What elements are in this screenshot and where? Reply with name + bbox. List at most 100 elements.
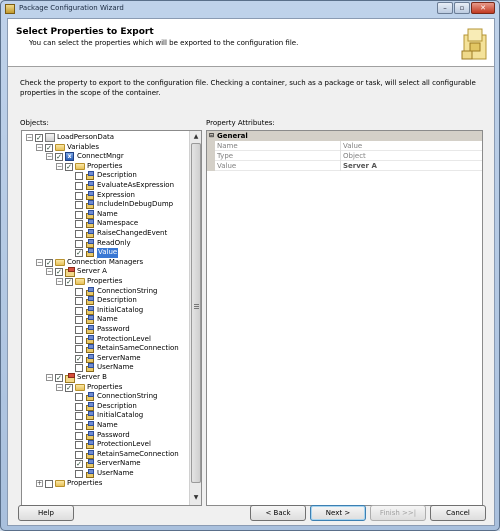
tree-node-checkbox[interactable] bbox=[75, 431, 83, 440]
next-button[interactable]: Next > bbox=[310, 505, 366, 521]
tree-node[interactable]: ProtectionLevel bbox=[22, 334, 188, 345]
attribute-row[interactable]: Value Server A bbox=[207, 161, 482, 171]
tree-node[interactable]: ✓ Value bbox=[22, 248, 188, 258]
tree-node[interactable]: − ✓ Connection Managers bbox=[22, 258, 188, 268]
tree-node-checkbox[interactable] bbox=[75, 297, 83, 306]
tree-node[interactable]: Password bbox=[22, 430, 188, 441]
close-button[interactable]: ✕ bbox=[471, 2, 495, 14]
scroll-down-arrow-icon[interactable]: ▼ bbox=[191, 493, 201, 503]
tree-node[interactable]: InitialCatalog bbox=[22, 411, 188, 421]
tree-scrollbar[interactable]: ▲ ▼ bbox=[189, 131, 201, 505]
tree-node-checkbox[interactable]: ✓ bbox=[65, 278, 73, 286]
tree-node[interactable]: Description bbox=[22, 296, 188, 306]
tree-node-checkbox[interactable] bbox=[75, 450, 83, 459]
tree-node[interactable]: UserName bbox=[22, 363, 188, 373]
tree-node[interactable]: − ✓ LoadPersonData bbox=[22, 133, 188, 143]
tree-node[interactable]: ProtectionLevel bbox=[22, 440, 188, 450]
tree-node-checkbox[interactable] bbox=[75, 210, 83, 219]
collapse-icon[interactable]: ⊟ bbox=[209, 131, 214, 141]
tree-node[interactable]: − ✓ Variables bbox=[22, 143, 188, 153]
tree-node[interactable]: ConnectionString bbox=[22, 286, 188, 297]
tree-node[interactable]: UserName bbox=[22, 469, 188, 479]
tree-node-checkbox[interactable] bbox=[75, 182, 83, 190]
tree-node[interactable]: ✓ ServerName bbox=[22, 459, 188, 469]
tree-node-checkbox[interactable] bbox=[75, 393, 83, 402]
tree-node-checkbox[interactable]: ✓ bbox=[65, 383, 73, 392]
tree-node-checkbox[interactable] bbox=[75, 239, 83, 248]
tree-node-checkbox[interactable] bbox=[75, 316, 83, 325]
tree-node[interactable]: Name bbox=[22, 421, 188, 431]
tree-node-checkbox[interactable] bbox=[75, 326, 83, 334]
minimize-button[interactable]: – bbox=[437, 2, 453, 14]
tree-node[interactable]: RaiseChangedEvent bbox=[22, 229, 188, 239]
tree-node-checkbox[interactable] bbox=[75, 287, 83, 296]
collapse-icon[interactable]: − bbox=[46, 153, 53, 161]
tree-node[interactable]: Expression bbox=[22, 190, 188, 201]
collapse-icon[interactable]: − bbox=[26, 134, 33, 141]
tree-node[interactable]: ConnectionString bbox=[22, 392, 188, 402]
tree-node-checkbox[interactable] bbox=[75, 201, 83, 210]
tree-node[interactable]: Description bbox=[22, 171, 188, 181]
objects-tree[interactable]: − ✓ LoadPersonData − ✓ Variables − ✓ x ConnectMng… bbox=[21, 130, 202, 506]
tree-node-checkbox[interactable] bbox=[75, 172, 83, 181]
scroll-thumb[interactable] bbox=[191, 143, 201, 483]
tree-node[interactable]: − ✓ Server B bbox=[22, 373, 188, 383]
tree-node-checkbox[interactable] bbox=[75, 364, 83, 373]
category-row[interactable]: ⊟ General bbox=[207, 131, 482, 141]
tree-node-checkbox[interactable]: ✓ bbox=[45, 143, 53, 152]
attribute-row[interactable]: Type Object bbox=[207, 151, 482, 161]
tree-node-checkbox[interactable] bbox=[75, 191, 83, 200]
tree-node[interactable]: Description bbox=[22, 401, 188, 412]
tree-node-checkbox[interactable]: ✓ bbox=[35, 134, 43, 142]
collapse-icon[interactable]: − bbox=[46, 374, 53, 381]
collapse-icon[interactable]: − bbox=[36, 143, 43, 151]
tree-node[interactable]: − ✓ x ConnectMngr bbox=[22, 152, 188, 162]
cancel-button[interactable]: Cancel bbox=[430, 505, 486, 521]
tree-node-checkbox[interactable]: ✓ bbox=[45, 258, 53, 267]
tree-node[interactable]: − ✓ Server A bbox=[22, 267, 188, 278]
finish-button[interactable]: Finish >>| bbox=[370, 505, 426, 521]
tree-node[interactable]: InitialCatalog bbox=[22, 305, 188, 316]
tree-node[interactable]: Name bbox=[22, 315, 188, 325]
collapse-icon[interactable]: − bbox=[36, 258, 43, 266]
tree-node[interactable]: − ✓ Properties bbox=[22, 162, 188, 172]
tree-node-checkbox[interactable] bbox=[75, 441, 83, 450]
scroll-up-arrow-icon[interactable]: ▲ bbox=[191, 132, 201, 142]
tree-node-checkbox[interactable] bbox=[75, 306, 83, 315]
tree-node-checkbox[interactable]: ✓ bbox=[55, 374, 63, 382]
tree-node[interactable]: ✓ ServerName bbox=[22, 353, 188, 364]
maximize-button[interactable]: ▫ bbox=[454, 2, 470, 14]
tree-node-checkbox[interactable]: ✓ bbox=[75, 249, 83, 258]
tree-node[interactable]: − ✓ Properties bbox=[22, 277, 188, 287]
tree-node[interactable]: + Properties bbox=[22, 479, 188, 489]
tree-node-checkbox[interactable] bbox=[75, 345, 83, 354]
collapse-icon[interactable]: − bbox=[56, 383, 63, 391]
back-button[interactable]: < Back bbox=[250, 505, 306, 521]
tree-node-checkbox[interactable] bbox=[45, 479, 53, 488]
title-bar[interactable]: Package Configuration Wizard – ▫ ✕ bbox=[1, 1, 499, 17]
tree-node[interactable]: EvaluateAsExpression bbox=[22, 181, 188, 191]
collapse-icon[interactable]: − bbox=[56, 162, 63, 170]
tree-node-checkbox[interactable]: ✓ bbox=[55, 153, 63, 162]
collapse-icon[interactable]: − bbox=[56, 278, 63, 285]
tree-node[interactable]: RetainSameConnection bbox=[22, 344, 188, 354]
tree-node-checkbox[interactable]: ✓ bbox=[65, 162, 73, 171]
tree-node-checkbox[interactable] bbox=[75, 220, 83, 229]
attribute-row[interactable]: Name Value bbox=[207, 141, 482, 151]
tree-node-checkbox[interactable] bbox=[75, 230, 83, 238]
tree-node-checkbox[interactable]: ✓ bbox=[75, 354, 83, 363]
tree-node-checkbox[interactable] bbox=[75, 412, 83, 421]
tree-node[interactable]: Namespace bbox=[22, 219, 188, 229]
help-button[interactable]: Help bbox=[18, 505, 74, 521]
tree-node-checkbox[interactable] bbox=[75, 470, 83, 478]
tree-node-checkbox[interactable] bbox=[75, 422, 83, 430]
tree-node[interactable]: IncludeInDebugDump bbox=[22, 200, 188, 210]
tree-node-checkbox[interactable]: ✓ bbox=[75, 460, 83, 469]
collapse-icon[interactable]: − bbox=[46, 268, 53, 276]
tree-node-checkbox[interactable]: ✓ bbox=[55, 268, 63, 277]
tree-node[interactable]: Name bbox=[22, 209, 188, 220]
tree-node[interactable]: RetainSameConnection bbox=[22, 449, 188, 460]
tree-node-checkbox[interactable] bbox=[75, 335, 83, 344]
tree-node-checkbox[interactable] bbox=[75, 402, 83, 411]
tree-node[interactable]: ReadOnly bbox=[22, 238, 188, 249]
